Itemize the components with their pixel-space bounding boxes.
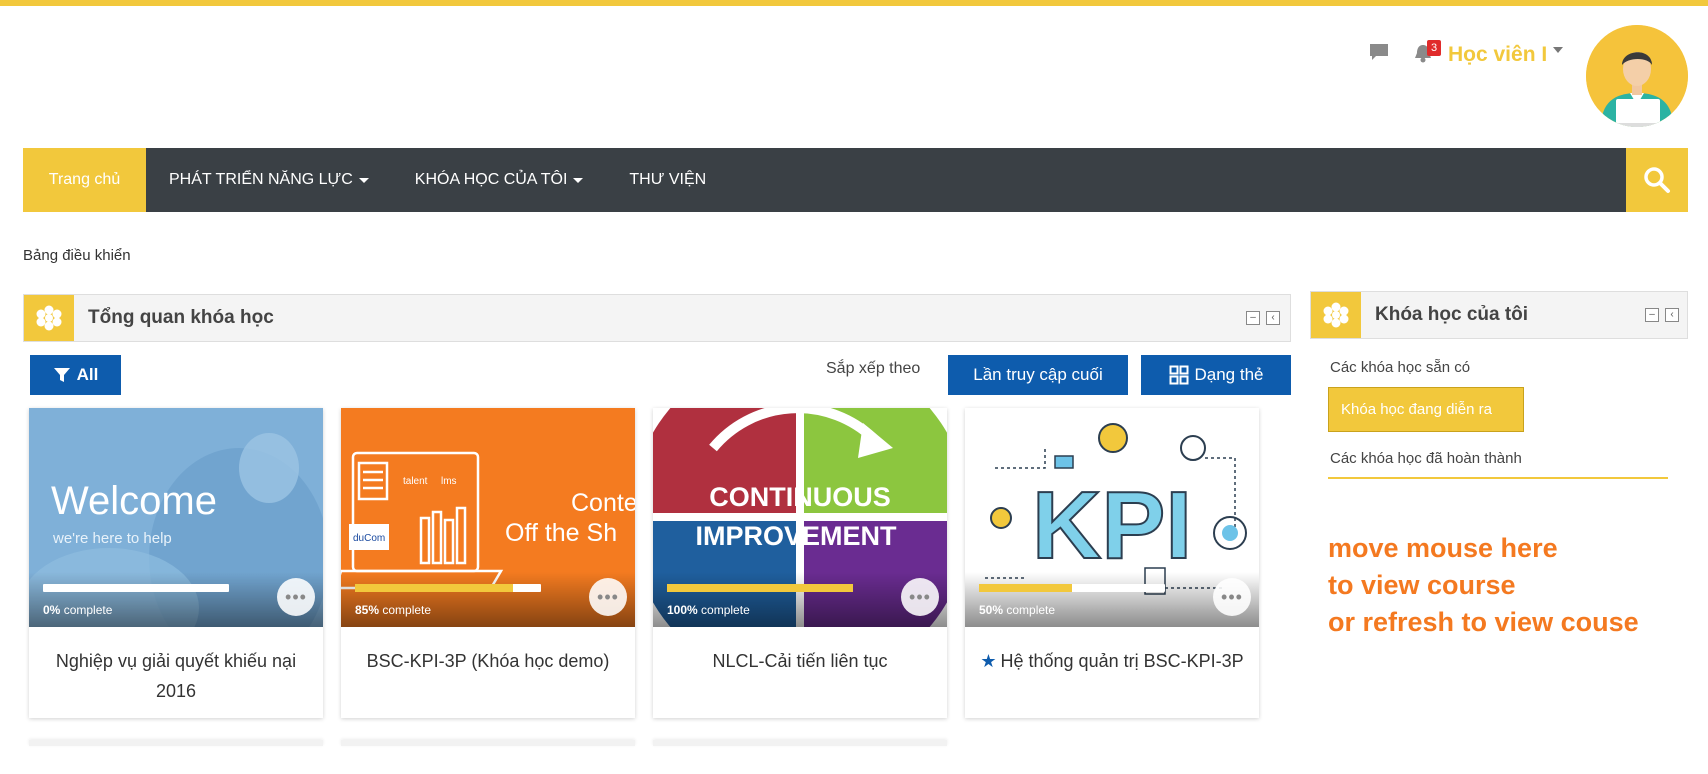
progress-complete-label: complete [701, 603, 750, 617]
course-overview-title: Tổng quan khóa học [88, 307, 274, 328]
course-card[interactable]: CONTINUOUS IMPROVEMENT 100% complete •••… [653, 408, 947, 718]
top-accent-line [0, 0, 1708, 6]
sort-last-accessed-button[interactable]: Lần truy cập cuối [948, 355, 1128, 395]
more-options-button[interactable]: ••• [901, 578, 939, 616]
collapse-block-button[interactable]: – [1246, 311, 1260, 325]
progress-bar [355, 584, 541, 592]
progress-text: 85% complete [355, 603, 431, 617]
nav-develop-label: PHÁT TRIỂN NĂNG LỰC [169, 171, 353, 188]
progress-bar [667, 584, 853, 592]
course-title-text: Hệ thống quản trị BSC-KPI-3P [1000, 651, 1244, 671]
course-card-partial [341, 740, 635, 746]
grid-icon [1169, 365, 1188, 385]
notification-count-badge: 3 [1427, 40, 1441, 56]
dock-block-button[interactable]: ‹ [1266, 311, 1280, 325]
nav-my-courses-label: KHÓA HỌC CỦA TÔI [414, 171, 568, 188]
user-menu[interactable]: Học viên I [1448, 43, 1564, 67]
search-button[interactable] [1626, 148, 1688, 212]
course-image: CONTINUOUS IMPROVEMENT 100% complete ••• [653, 408, 947, 627]
nav-my-courses-dropdown[interactable]: KHÓA HỌC CỦA TÔI [392, 148, 607, 212]
filter-all-label: All [76, 365, 99, 384]
avatar[interactable] [1586, 25, 1688, 127]
course-image: duCom talent lms Conte Off the Sh 85% co… [341, 408, 635, 627]
course-image-text: KPI [1032, 472, 1192, 579]
hint-line: or refresh to view couse [1328, 607, 1639, 637]
course-card[interactable]: duCom talent lms Conte Off the Sh 85% co… [341, 408, 635, 718]
course-image-subtext: we're here to help [52, 530, 172, 547]
more-options-button[interactable]: ••• [1213, 578, 1251, 616]
more-options-button[interactable]: ••• [589, 578, 627, 616]
chevron-down-icon [358, 177, 369, 183]
course-card-partial [29, 740, 323, 746]
progress-fill [979, 584, 1072, 592]
progress-text: 50% complete [979, 603, 1055, 617]
course-image-text: Welcome [51, 479, 217, 523]
my-courses-title: Khóa học của tôi [1375, 304, 1529, 325]
progress-complete-label: complete [382, 603, 432, 617]
course-card[interactable]: KPI 50% complete ••• ★ Hệ thống quản trị … [965, 408, 1259, 718]
star-icon: ★ [980, 651, 997, 671]
course-overview-header: Tổng quan khóa học – ‹ [23, 294, 1291, 342]
user-name: Học viên I [1448, 43, 1548, 66]
nav-home[interactable]: Trang chủ [23, 148, 146, 212]
sort-label: Sắp xếp theo [826, 360, 921, 377]
hint-line: move mouse here [1328, 533, 1558, 563]
progress-percent: 0% [43, 603, 61, 617]
course-card-partial [653, 740, 947, 746]
course-image-subtext: Off the Sh [505, 519, 617, 547]
filter-all-button[interactable]: All [30, 355, 121, 395]
course-card[interactable]: Welcome we're here to help 0% complete •… [29, 408, 323, 718]
course-image: Welcome we're here to help 0% complete •… [29, 408, 323, 627]
tab-completed-courses[interactable]: Các khóa học đã hoàn thành [1330, 450, 1522, 467]
progress-text: 100% complete [667, 603, 750, 617]
view-card-button[interactable]: Dạng thẻ [1141, 355, 1291, 395]
progress-bar [979, 584, 1165, 592]
more-options-button[interactable]: ••• [277, 578, 315, 616]
asterisk-icon [1311, 292, 1361, 338]
message-icon[interactable] [1368, 42, 1390, 62]
course-title[interactable]: ★ Hệ thống quản trị BSC-KPI-3P [975, 646, 1249, 676]
progress-text: 0% complete [43, 603, 112, 617]
course-image-brand-1: talent [403, 476, 428, 487]
course-image-subtext: IMPROVEMENT [695, 521, 897, 551]
nav-library[interactable]: THƯ VIỆN [606, 148, 729, 212]
progress-percent: 100% [667, 603, 698, 617]
breadcrumb[interactable]: Bảng điều khiển [23, 247, 131, 264]
progress-complete-label: complete [63, 603, 113, 617]
tab-available-courses[interactable]: Các khóa học sẵn có [1330, 359, 1470, 376]
nav-develop-dropdown[interactable]: PHÁT TRIỂN NĂNG LỰC [146, 148, 392, 212]
course-title[interactable]: BSC-KPI-3P (Khóa học demo) [351, 646, 625, 676]
nav-library-label: THƯ VIỆN [629, 171, 707, 188]
course-image: KPI 50% complete ••• [965, 408, 1259, 627]
my-courses-header: Khóa học của tôi – ‹ [1310, 291, 1688, 339]
tab-underline [1328, 477, 1668, 479]
progress-bar [43, 584, 229, 592]
collapse-block-button[interactable]: – [1645, 308, 1659, 322]
sort-button-label: Lần truy cập cuối [973, 365, 1103, 384]
search-icon [1644, 167, 1670, 193]
progress-complete-label: complete [1006, 603, 1056, 617]
progress-fill [355, 584, 514, 592]
dock-block-button[interactable]: ‹ [1665, 308, 1679, 322]
course-image-brand-2: lms [441, 476, 457, 487]
course-image-text: Conte [571, 489, 635, 517]
tab-in-progress-courses[interactable]: Khóa học đang diễn ra [1328, 387, 1524, 432]
progress-percent: 50% [979, 603, 1004, 617]
hint-text: move mouse here to view course or refres… [1328, 530, 1639, 641]
course-title[interactable]: NLCL-Cải tiến liên tục [663, 646, 937, 676]
filter-icon [53, 368, 70, 382]
hint-line: to view course [1328, 570, 1516, 600]
course-image-text: CONTINUOUS [709, 482, 891, 512]
progress-fill [667, 584, 853, 592]
chevron-down-icon [1553, 47, 1564, 53]
nav-home-label: Trang chủ [48, 171, 121, 188]
course-image-logo: duCom [353, 533, 385, 544]
progress-percent: 85% [355, 603, 380, 617]
chevron-down-icon [573, 177, 584, 183]
asterisk-icon [24, 295, 74, 341]
course-title[interactable]: Nghiệp vụ giải quyết khiếu nại 2016 [39, 646, 313, 706]
view-button-label: Dạng thẻ [1194, 365, 1264, 384]
main-navbar: Trang chủ PHÁT TRIỂN NĂNG LỰC KHÓA HỌC C… [23, 148, 1688, 212]
